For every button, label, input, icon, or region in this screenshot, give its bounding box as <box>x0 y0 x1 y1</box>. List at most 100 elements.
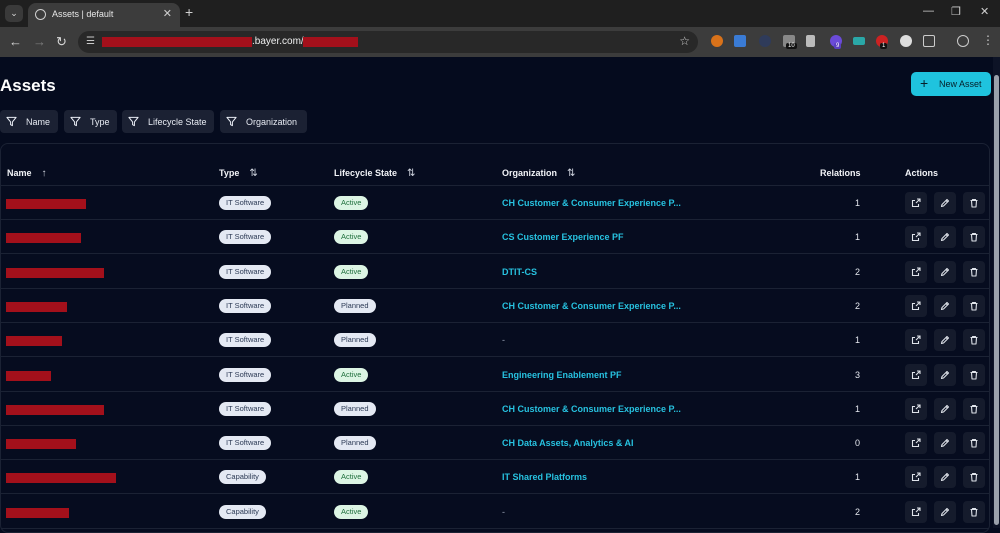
column-header-lifecycle-state[interactable]: Lifecycle State ⇅ <box>334 168 415 179</box>
redacted-asset-name[interactable] <box>6 370 51 381</box>
sort-ascending-icon[interactable]: ↑ <box>42 168 47 179</box>
filter-type-button[interactable]: Type <box>64 110 117 133</box>
delete-asset-button[interactable] <box>963 260 985 283</box>
column-header-type[interactable]: Type ⇅ <box>219 168 258 179</box>
redacted-asset-name[interactable] <box>6 233 81 244</box>
edit-asset-button[interactable] <box>934 500 956 523</box>
delete-asset-button[interactable] <box>963 226 985 249</box>
profile-icon[interactable] <box>957 35 969 47</box>
extension-orange-icon[interactable] <box>711 35 723 47</box>
delete-asset-button[interactable] <box>963 466 985 489</box>
edit-asset-button[interactable] <box>934 294 956 317</box>
extension-badge: 1 <box>880 43 888 49</box>
bookmark-star-icon[interactable]: ☆ <box>679 34 690 48</box>
redacted-asset-name[interactable] <box>6 199 86 209</box>
table-row[interactable]: Capability Active - 2 <box>1 495 989 529</box>
site-info-icon[interactable]: ☰ <box>86 36 98 48</box>
filter-lifecycle-state-button[interactable]: Lifecycle State <box>122 110 214 133</box>
delete-asset-button[interactable] <box>963 432 985 455</box>
browser-menu-icon[interactable]: ⋮ <box>982 34 994 46</box>
redacted-asset-name[interactable] <box>6 301 67 312</box>
column-header-organization[interactable]: Organization ⇅ <box>502 168 575 179</box>
sort-icon[interactable]: ⇅ <box>567 168 575 179</box>
redacted-asset-name[interactable] <box>6 439 76 450</box>
open-asset-button[interactable] <box>905 363 927 386</box>
organization-link[interactable]: Engineering Enablement PF <box>502 370 622 380</box>
redacted-asset-name[interactable] <box>6 507 69 518</box>
relations-count: 2 <box>854 506 860 517</box>
delete-asset-button[interactable] <box>963 294 985 317</box>
filter-organization-button[interactable]: Organization <box>220 110 307 133</box>
column-header-name[interactable]: Name ↑ <box>7 168 47 179</box>
organization-link[interactable]: CH Customer & Consumer Experience P... <box>502 301 681 311</box>
extension-db-icon[interactable] <box>759 35 771 47</box>
delete-asset-button[interactable] <box>963 192 985 214</box>
redacted-asset-name[interactable] <box>6 336 62 347</box>
delete-asset-button[interactable] <box>963 329 985 352</box>
back-icon[interactable]: ← <box>9 34 22 49</box>
open-asset-button[interactable] <box>905 192 927 214</box>
redacted-asset-name[interactable] <box>6 473 116 484</box>
edit-asset-button[interactable] <box>934 260 956 283</box>
redacted-asset-name[interactable] <box>6 404 104 415</box>
edit-asset-button[interactable] <box>934 329 956 352</box>
organization-link[interactable]: IT Shared Platforms <box>502 472 587 482</box>
table-row[interactable]: IT Software Planned CH Customer & Consumer… <box>1 289 989 323</box>
table-row[interactable]: IT Software Planned - 1 <box>1 323 989 358</box>
window-close-icon[interactable]: ✕ <box>980 5 989 18</box>
relations-count: 1 <box>854 335 860 346</box>
close-tab-icon[interactable]: ✕ <box>163 7 172 20</box>
edit-asset-button[interactable] <box>934 466 956 489</box>
minimize-icon[interactable]: — <box>923 5 934 17</box>
browser-tab[interactable]: Assets | default ✕ <box>28 3 180 27</box>
address-bar[interactable]: ☰ .bayer.com/ ☆ <box>78 31 698 53</box>
delete-asset-button[interactable] <box>963 500 985 523</box>
delete-asset-button[interactable] <box>963 363 985 386</box>
table-row[interactable]: IT Software Active CH Customer & Consumer … <box>1 186 989 220</box>
extension-clipboard-icon[interactable] <box>806 35 815 47</box>
open-asset-button[interactable] <box>905 294 927 317</box>
edit-asset-button[interactable] <box>934 226 956 249</box>
scrollbar-thumb[interactable] <box>994 75 999 525</box>
open-asset-button[interactable] <box>905 226 927 249</box>
edit-asset-button[interactable] <box>934 432 956 455</box>
organization-link[interactable]: CH Customer & Consumer Experience P... <box>502 404 681 414</box>
reload-icon[interactable]: ↻ <box>56 34 67 50</box>
table-row[interactable]: IT Software Active DTIT-CS 2 <box>1 255 989 289</box>
table-row[interactable]: IT Software Active Engineering Enablement … <box>1 358 989 392</box>
redacted-asset-name[interactable] <box>6 267 104 278</box>
extensions-puzzle-icon[interactable] <box>923 35 935 47</box>
open-asset-button[interactable] <box>905 329 927 352</box>
tab-search-icon[interactable]: ⌄ <box>5 5 23 22</box>
url-text: .bayer.com/ <box>252 36 304 47</box>
table-row[interactable]: Capability Active IT Shared Platforms 1 <box>1 460 989 495</box>
organization-link[interactable]: CS Customer Experience PF <box>502 232 624 242</box>
delete-asset-button[interactable] <box>963 397 985 420</box>
organization-link[interactable]: CH Data Assets, Analytics & AI <box>502 438 634 448</box>
filter-name-button[interactable]: Name <box>0 110 58 133</box>
table-row[interactable]: IT Software Planned CH Data Assets, Analyt… <box>1 426 989 461</box>
organization-link[interactable]: CH Customer & Consumer Experience P... <box>502 198 681 208</box>
edit-asset-button[interactable] <box>934 397 956 420</box>
page-scrollbar[interactable] <box>993 57 1000 528</box>
extension-translate-icon[interactable] <box>734 35 746 47</box>
edit-asset-button[interactable] <box>934 192 956 214</box>
extension-white-icon[interactable] <box>900 35 912 47</box>
open-asset-button[interactable] <box>905 260 927 283</box>
open-asset-button[interactable] <box>905 397 927 420</box>
open-asset-button[interactable] <box>905 500 927 523</box>
restore-icon[interactable]: ❐ <box>951 5 961 18</box>
sort-icon[interactable]: ⇅ <box>249 168 257 179</box>
table-row[interactable]: IT Software Planned CH Customer & Consumer… <box>1 392 989 426</box>
table-row[interactable]: IT Software Active CS Customer Experience … <box>1 220 989 255</box>
open-asset-button[interactable] <box>905 466 927 489</box>
new-tab-icon[interactable]: + <box>185 4 193 20</box>
open-asset-button[interactable] <box>905 432 927 455</box>
forward-icon[interactable]: → <box>33 34 46 49</box>
extension-teal-icon[interactable] <box>853 37 865 45</box>
new-asset-button[interactable]: + New Asset <box>911 72 991 96</box>
external-link-icon <box>911 507 921 516</box>
organization-link[interactable]: DTIT-CS <box>502 267 537 277</box>
edit-asset-button[interactable] <box>934 363 956 386</box>
sort-icon[interactable]: ⇅ <box>407 168 415 179</box>
